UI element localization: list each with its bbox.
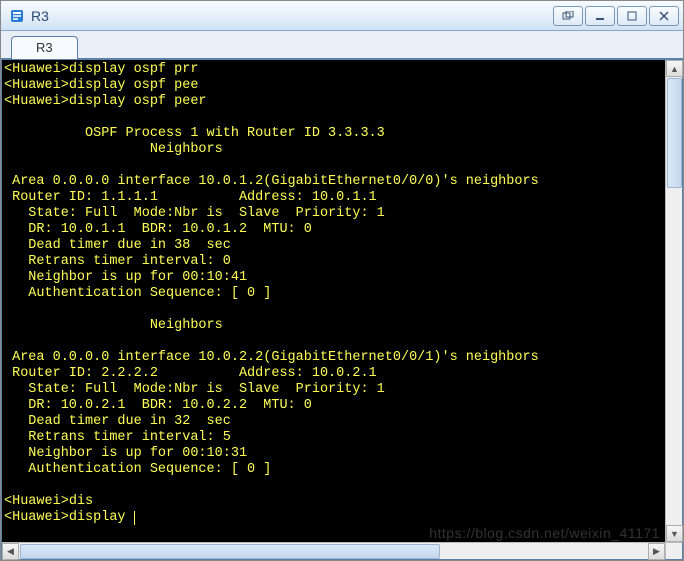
ospf-process-line: OSPF Process 1 with Router ID 3.3.3.3 [4, 126, 385, 141]
uptime-line: Neighbor is up for 00:10:31 [4, 446, 247, 461]
uptime-line: Neighbor is up for 00:10:41 [4, 270, 247, 285]
neighbors-heading: Neighbors [4, 142, 223, 157]
tab-r3[interactable]: R3 [11, 36, 78, 59]
scroll-right-icon[interactable]: ▶ [648, 543, 665, 560]
titlebar: R3 [1, 1, 683, 31]
terminal-container: <Huawei>display ospf prr <Huawei>display… [1, 59, 683, 560]
tab-row: R3 [1, 31, 683, 59]
retrans-line: Retrans timer interval: 0 [4, 254, 231, 269]
app-icon [9, 8, 25, 24]
prompt: <Huawei> [4, 62, 69, 77]
window-title: R3 [31, 8, 551, 24]
cmd-line: display ospf prr [69, 62, 199, 77]
state-line: State: Full Mode:Nbr is Slave Priority: … [4, 382, 385, 397]
close-icon[interactable] [649, 6, 679, 26]
maximize-icon[interactable] [617, 6, 647, 26]
auth-seq-line: Authentication Sequence: [ 0 ] [4, 462, 271, 477]
prompt: <Huawei> [4, 510, 69, 525]
scroll-left-icon[interactable]: ◀ [2, 543, 19, 560]
prompt: <Huawei> [4, 494, 69, 509]
retrans-line: Retrans timer interval: 5 [4, 430, 231, 445]
cmd-line: display ospf pee [69, 78, 199, 93]
router-id-line: Router ID: 1.1.1.1 Address: 10.0.1.1 [4, 190, 377, 205]
restore-down-icon[interactable] [553, 6, 583, 26]
prompt: <Huawei> [4, 78, 69, 93]
dr-line: DR: 10.0.2.1 BDR: 10.0.2.2 MTU: 0 [4, 398, 312, 413]
scrollbar-corner [665, 542, 682, 559]
terminal-output[interactable]: <Huawei>display ospf prr <Huawei>display… [2, 60, 665, 542]
state-line: State: Full Mode:Nbr is Slave Priority: … [4, 206, 385, 221]
prompt: <Huawei> [4, 94, 69, 109]
router-id-line: Router ID: 2.2.2.2 Address: 10.0.2.1 [4, 366, 377, 381]
auth-seq-line: Authentication Sequence: [ 0 ] [4, 286, 271, 301]
text-cursor [134, 511, 141, 525]
window-controls [551, 6, 679, 26]
cmd-line: display ospf peer [69, 94, 207, 109]
scroll-down-icon[interactable]: ▼ [666, 525, 683, 542]
neighbors-heading: Neighbors [4, 318, 223, 333]
area-line: Area 0.0.0.0 interface 10.0.1.2(GigabitE… [4, 174, 539, 189]
horizontal-scroll-thumb[interactable] [20, 544, 440, 559]
horizontal-scrollbar[interactable]: ◀ ▶ [2, 542, 665, 559]
area-line: Area 0.0.0.0 interface 10.0.2.2(GigabitE… [4, 350, 539, 365]
dr-line: DR: 10.0.1.1 BDR: 10.0.1.2 MTU: 0 [4, 222, 312, 237]
cmd-line: display [69, 510, 134, 525]
vertical-scrollbar[interactable]: ▲ ▼ [665, 60, 682, 542]
minimize-icon[interactable] [585, 6, 615, 26]
cmd-line: dis [69, 494, 93, 509]
scroll-up-icon[interactable]: ▲ [666, 60, 683, 77]
dead-timer-line: Dead timer due in 38 sec [4, 238, 231, 253]
vertical-scroll-thumb[interactable] [667, 78, 682, 188]
dead-timer-line: Dead timer due in 32 sec [4, 414, 231, 429]
